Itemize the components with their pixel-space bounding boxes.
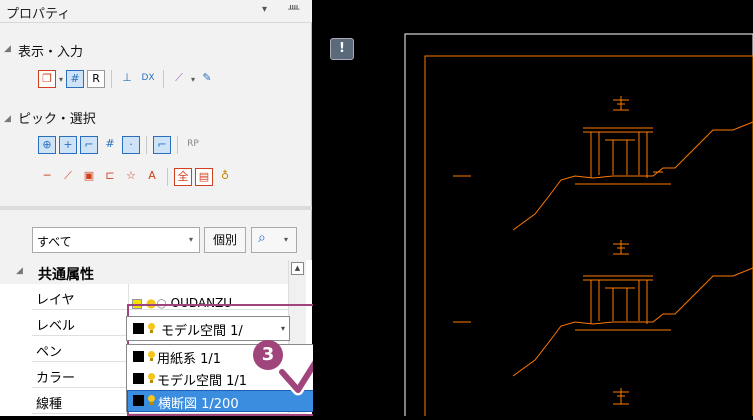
- magnifier-icon: ⌕: [258, 230, 266, 246]
- snap-r-icon[interactable]: R: [87, 70, 106, 88]
- separator: [167, 168, 168, 186]
- cad-drawing: [404, 33, 753, 420]
- select-window-icon[interactable]: ▤: [195, 168, 213, 186]
- level-select[interactable]: モデル空間 1/ ▾: [126, 316, 290, 341]
- filter-select[interactable]: すべて ▾: [32, 227, 200, 253]
- bulb-icon: [147, 373, 156, 384]
- cad-canvas[interactable]: [313, 0, 753, 420]
- collapse-triangle-icon[interactable]: ◢: [4, 114, 11, 124]
- separator: [146, 136, 147, 154]
- select-polyline-icon[interactable]: ⟋: [59, 168, 77, 186]
- alert-button[interactable]: !: [330, 38, 354, 60]
- sheet-outer-frame: [404, 33, 753, 420]
- select-bag-icon[interactable]: ♁: [216, 168, 234, 186]
- option-label: 横断図 1/200: [158, 397, 239, 412]
- bulb-icon: [147, 395, 156, 406]
- pick-mid-icon[interactable]: ·: [122, 136, 140, 154]
- prop-name: ペン: [36, 345, 63, 360]
- sheet-inner-frame: [424, 55, 753, 420]
- pick-point-icon[interactable]: ⊕: [38, 136, 56, 154]
- bulb-icon: [147, 351, 156, 362]
- select-all-icon[interactable]: 全: [174, 168, 192, 186]
- separator: [111, 70, 113, 88]
- scroll-up-icon[interactable]: ▲: [291, 262, 304, 275]
- select-toolbar: ─ ⟋ ▣ ⊏ ☆ A 全 ▤ ♁: [38, 166, 234, 188]
- option-label: モデル空間 1/1: [157, 374, 248, 389]
- individual-button[interactable]: 個別: [204, 227, 246, 253]
- prop-name: 線種: [36, 397, 63, 412]
- ortho-icon[interactable]: ⊥: [118, 70, 136, 88]
- eyedropper-icon[interactable]: ✎: [198, 70, 216, 88]
- chevron-down-icon[interactable]: ▾: [59, 75, 63, 84]
- pin-icon[interactable]: ᚉ: [288, 4, 300, 15]
- display-toolbar: ❐ ▾ # R ⊥ DX ⟋ ▾ ✎: [38, 68, 216, 90]
- black-swatch: [133, 323, 144, 334]
- black-swatch: [133, 373, 144, 384]
- section-pick-select: ピック・選択: [18, 112, 96, 127]
- collapse-triangle-icon[interactable]: ◢: [16, 266, 23, 276]
- cross-section-lines: [424, 55, 753, 420]
- pick-toolbar: ⊕ + ⌐ # · ⌐ RP: [38, 134, 202, 156]
- select-block-icon[interactable]: ⊏: [101, 168, 119, 186]
- black-swatch: [133, 351, 144, 362]
- panel-splitter[interactable]: [0, 206, 312, 210]
- prop-name: レベル: [36, 319, 76, 334]
- pick-rp-icon[interactable]: RP: [184, 136, 202, 154]
- panel-header: プロパティ ▾ ᚉ: [0, 0, 312, 23]
- search-options-button[interactable]: ⌕ ▾: [251, 227, 297, 253]
- dxdy-icon[interactable]: DX: [139, 70, 157, 88]
- category-header[interactable]: ◢ 共通属性: [0, 260, 290, 284]
- select-star-icon[interactable]: ☆: [122, 168, 140, 186]
- black-swatch: [133, 395, 144, 406]
- line-style-icon[interactable]: ⟋: [170, 70, 188, 88]
- prop-name: レイヤ: [36, 293, 75, 308]
- chevron-down-icon[interactable]: ▾: [189, 235, 193, 244]
- pick-end-icon[interactable]: ⌐: [80, 136, 98, 154]
- select-text-icon[interactable]: A: [143, 168, 161, 186]
- select-line-icon[interactable]: ─: [38, 168, 56, 186]
- option-label: 用紙系 1/1: [157, 352, 222, 367]
- separator: [163, 70, 165, 88]
- category-label: 共通属性: [38, 267, 94, 283]
- filter-value: すべて: [37, 235, 72, 249]
- collapse-triangle-icon[interactable]: ◢: [4, 44, 11, 54]
- pick-near-icon[interactable]: ⌐: [153, 136, 171, 154]
- pick-intersection-icon[interactable]: +: [59, 136, 77, 154]
- level-value: モデル空間 1/: [161, 324, 243, 339]
- chevron-down-icon: ▾: [284, 235, 289, 244]
- pick-grid-icon[interactable]: #: [101, 136, 119, 154]
- separator: [177, 136, 178, 154]
- chevron-down-icon[interactable]: ▾: [191, 75, 195, 84]
- grid-icon[interactable]: #: [66, 70, 85, 88]
- panel-title: プロパティ: [6, 7, 71, 22]
- layer-color-icon[interactable]: ❐: [38, 70, 56, 88]
- section-display-input: 表示・入力: [18, 45, 84, 60]
- select-rect-icon[interactable]: ▣: [80, 168, 98, 186]
- panel-menu-icon[interactable]: ▾: [262, 4, 267, 15]
- prop-name: カラー: [36, 371, 76, 386]
- bulb-icon: [147, 323, 156, 334]
